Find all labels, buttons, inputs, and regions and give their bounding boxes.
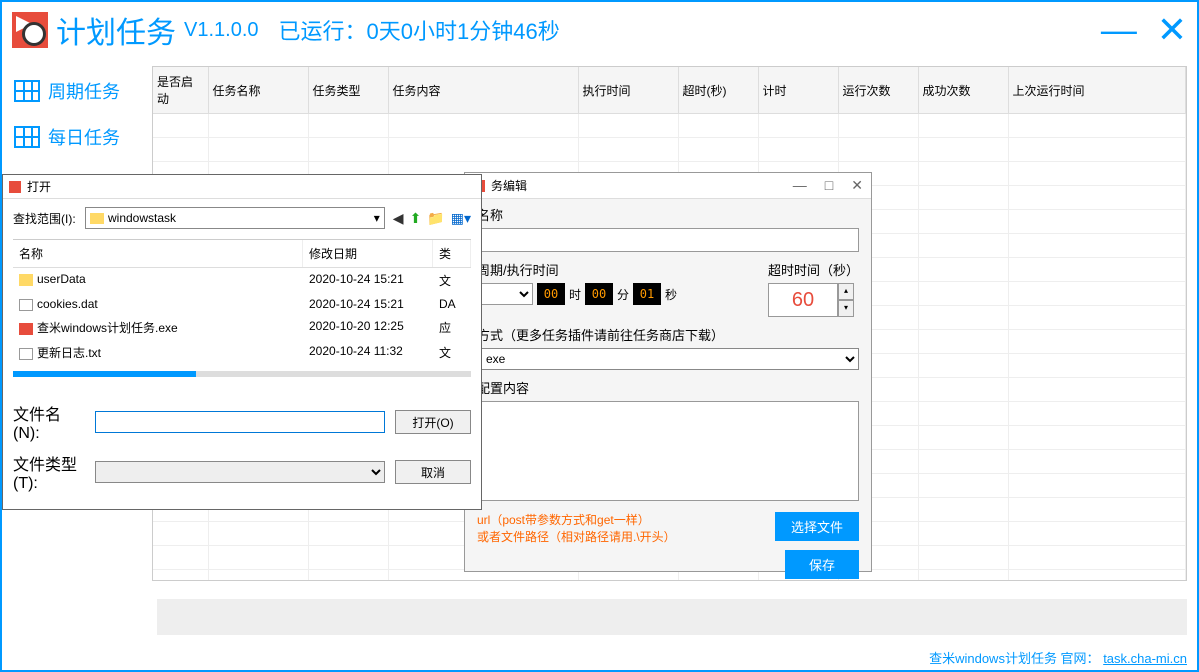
th-content[interactable]: 任务内容 <box>388 67 578 114</box>
hour-input[interactable]: 00 <box>537 283 565 305</box>
view-icon[interactable]: ▦▾ <box>451 210 471 227</box>
file-list[interactable]: 名称 修改日期 类 userData2020-10-24 15:21文cooki… <box>13 239 471 365</box>
open-dialog: 打开 查找范围(I): windowstask ▾ ◀ ⬆ 📁 ▦▾ 名称 修改… <box>2 174 482 510</box>
sidebar-item-daily[interactable]: 每日任务 <box>10 114 144 160</box>
config-label: 配置内容 <box>477 378 859 397</box>
col-date[interactable]: 修改日期 <box>303 240 433 267</box>
runtime-label: 已运行：0天0小时1分钟46秒 <box>279 14 560 46</box>
dialog-maximize-button[interactable]: □ <box>825 177 833 194</box>
hour-unit: 时 <box>569 286 581 303</box>
name-input[interactable] <box>477 228 859 252</box>
period-label: 周期/执行时间 <box>477 260 738 279</box>
file-row[interactable]: 更新日志.txt2020-10-24 11:32文 <box>13 340 471 365</box>
minute-unit: 分 <box>617 286 629 303</box>
second-unit: 秒 <box>665 286 677 303</box>
second-input[interactable]: 01 <box>633 283 661 305</box>
table-row[interactable] <box>153 114 1186 138</box>
exe-icon <box>19 323 33 335</box>
hint-line-1: url（post带参数方式和get一样） <box>477 512 765 529</box>
th-success[interactable]: 成功次数 <box>918 67 1008 114</box>
minimize-button[interactable]: — <box>1101 12 1137 48</box>
th-lastrun[interactable]: 上次运行时间 <box>1008 67 1186 114</box>
save-button[interactable]: 保存 <box>785 550 859 579</box>
timeout-label: 超时时间（秒） <box>768 260 859 279</box>
config-textarea[interactable] <box>477 401 859 501</box>
dialog-minimize-button[interactable]: — <box>793 177 807 194</box>
sidebar-item-label: 每日任务 <box>48 124 120 150</box>
dialog-titlebar[interactable]: 务编辑 — □ ✕ <box>465 173 871 199</box>
col-type[interactable]: 类 <box>433 240 471 267</box>
open-dialog-title: 打开 <box>27 178 51 195</box>
dialog-title: 务编辑 <box>491 177 527 194</box>
timeout-up-button[interactable]: ▴ <box>838 283 854 300</box>
open-button[interactable]: 打开(O) <box>395 410 471 434</box>
folder-name: windowstask <box>108 211 176 225</box>
dialog-icon <box>9 181 21 193</box>
th-timeout[interactable]: 超时(秒) <box>678 67 758 114</box>
file-icon <box>19 299 33 311</box>
cancel-button[interactable]: 取消 <box>395 460 471 484</box>
file-row[interactable]: userData2020-10-24 15:21文 <box>13 268 471 293</box>
timeout-input[interactable]: 60 <box>768 283 838 317</box>
up-icon[interactable]: ⬆ <box>410 210 422 227</box>
th-timer[interactable]: 计时 <box>758 67 838 114</box>
select-file-button[interactable]: 选择文件 <box>775 512 859 541</box>
folder-icon <box>19 274 33 286</box>
filename-label: 文件名(N): <box>13 401 85 443</box>
file-row[interactable]: cookies.dat2020-10-24 15:21DA <box>13 293 471 315</box>
th-name[interactable]: 任务名称 <box>208 67 308 114</box>
th-runs[interactable]: 运行次数 <box>838 67 918 114</box>
status-bar <box>157 599 1187 635</box>
filename-input[interactable] <box>95 411 385 433</box>
footer-text: 查米windows计划任务 官网： <box>929 651 1099 666</box>
app-title: 计划任务 <box>56 8 176 52</box>
folder-combo[interactable]: windowstask ▾ <box>85 207 385 229</box>
minute-input[interactable]: 00 <box>585 283 613 305</box>
col-name[interactable]: 名称 <box>13 240 303 267</box>
filetype-label: 文件类型(T): <box>13 451 85 493</box>
table-row[interactable] <box>153 138 1186 162</box>
grid-icon <box>14 126 40 148</box>
method-label: 方式（更多任务插件请前往任务商店下载） <box>477 325 859 344</box>
app-version: V1.1.0.0 <box>184 19 259 42</box>
close-button[interactable]: ✕ <box>1157 12 1187 48</box>
folder-icon <box>90 213 104 224</box>
open-titlebar[interactable]: 打开 <box>3 175 481 199</box>
table-header-row: 是否启动 任务名称 任务类型 任务内容 执行时间 超时(秒) 计时 运行次数 成… <box>153 67 1186 114</box>
sidebar-item-periodic[interactable]: 周期任务 <box>10 68 144 114</box>
period-select[interactable] <box>477 283 533 305</box>
range-label: 查找范围(I): <box>13 210 77 227</box>
app-header: 计划任务 V1.1.0.0 已运行：0天0小时1分钟46秒 — ✕ <box>2 2 1197 58</box>
scrollbar[interactable] <box>13 371 471 377</box>
file-row[interactable]: 查米windows计划任务.exe2020-10-20 12:25应 <box>13 315 471 340</box>
sidebar-item-label: 周期任务 <box>48 78 120 104</box>
footer: 查米windows计划任务 官网： task.cha-mi.cn <box>929 648 1187 667</box>
footer-link[interactable]: task.cha-mi.cn <box>1103 651 1187 666</box>
scroll-thumb[interactable] <box>13 371 196 377</box>
th-type[interactable]: 任务类型 <box>308 67 388 114</box>
new-folder-icon[interactable]: 📁 <box>427 210 444 227</box>
back-icon[interactable]: ◀ <box>393 210 404 227</box>
file-icon <box>19 348 33 360</box>
filetype-select[interactable] <box>95 461 385 483</box>
method-select[interactable]: exe <box>477 348 859 370</box>
timeout-down-button[interactable]: ▾ <box>838 300 854 317</box>
th-enabled[interactable]: 是否启动 <box>153 67 208 114</box>
hint-line-2: 或者文件路径（相对路径请用.\开头） <box>477 529 765 546</box>
edit-dialog: 务编辑 — □ ✕ 名称 周期/执行时间 00 时 00 分 01 秒 <box>464 172 872 572</box>
name-label: 名称 <box>477 205 859 224</box>
dialog-close-button[interactable]: ✕ <box>851 177 863 194</box>
grid-icon <box>14 80 40 102</box>
th-exectime[interactable]: 执行时间 <box>578 67 678 114</box>
app-icon <box>12 12 48 48</box>
